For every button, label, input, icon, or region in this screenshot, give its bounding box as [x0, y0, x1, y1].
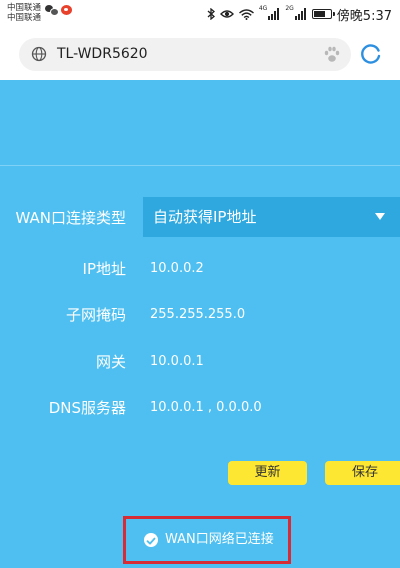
signal-icon [268, 8, 280, 20]
gateway-label: 网关 [95, 353, 126, 371]
globe-icon [31, 46, 47, 62]
carrier-info: 中国联通 中国联通 [7, 3, 41, 23]
reload-icon[interactable] [359, 41, 383, 65]
ip-label: IP地址 [82, 260, 126, 278]
carrier-name-1: 中国联通 [7, 3, 42, 13]
dns-label: DNS服务器 [48, 399, 126, 417]
dropdown-arrow-icon [375, 213, 385, 220]
wan-type-label: WAN口连接类型 [15, 209, 127, 227]
save-button[interactable]: 保存 [325, 461, 400, 485]
signal-icon [294, 8, 306, 20]
url-text: TL-WDR5620 [57, 46, 148, 62]
refresh-button[interactable]: 更新 [228, 461, 307, 485]
clock: 傍晚5:37 [336, 8, 392, 24]
ip-value: 10.0.0.2 [150, 261, 204, 276]
wan-type-select[interactable]: 自动获得IP地址 [143, 197, 400, 237]
notification-icons [45, 5, 72, 16]
connection-status: WAN口网络已连接 [123, 516, 291, 564]
check-icon [144, 533, 158, 547]
dns-value: 10.0.0.1 , 0.0.0.0 [150, 400, 262, 415]
battery-level [313, 11, 326, 17]
network-type-1: 4G [258, 5, 268, 12]
divider [0, 165, 400, 166]
gateway-value: 10.0.0.1 [150, 354, 204, 369]
system-indicators: 4G 2G 傍晚5:37 [207, 5, 392, 24]
eye-icon [219, 10, 234, 18]
network-type-2: 2G [285, 5, 294, 12]
carrier-name-2: 中国联通 [7, 13, 42, 23]
wechat-icon [45, 5, 59, 16]
bluetooth-icon [207, 8, 215, 20]
connection-status-text: WAN口网络已连接 [165, 532, 274, 547]
router-settings-panel: WAN口连接类型 自动获得IP地址 IP地址 10.0.0.2 子网掩码 255… [0, 80, 400, 568]
status-bar: 中国联通 中国联通 4G 2G 傍晚5:37 [0, 0, 400, 30]
address-bar[interactable]: TL-WDR5620 [19, 38, 351, 71]
wifi-icon [238, 8, 254, 20]
paw-icon[interactable] [323, 45, 341, 64]
subnet-mask-value: 255.255.255.0 [150, 307, 246, 322]
wan-type-value: 自动获得IP地址 [153, 208, 257, 226]
battery-icon [311, 9, 335, 19]
weibo-icon [61, 5, 72, 15]
browser-toolbar: TL-WDR5620 [0, 30, 400, 80]
subnet-mask-label: 子网掩码 [65, 306, 126, 324]
